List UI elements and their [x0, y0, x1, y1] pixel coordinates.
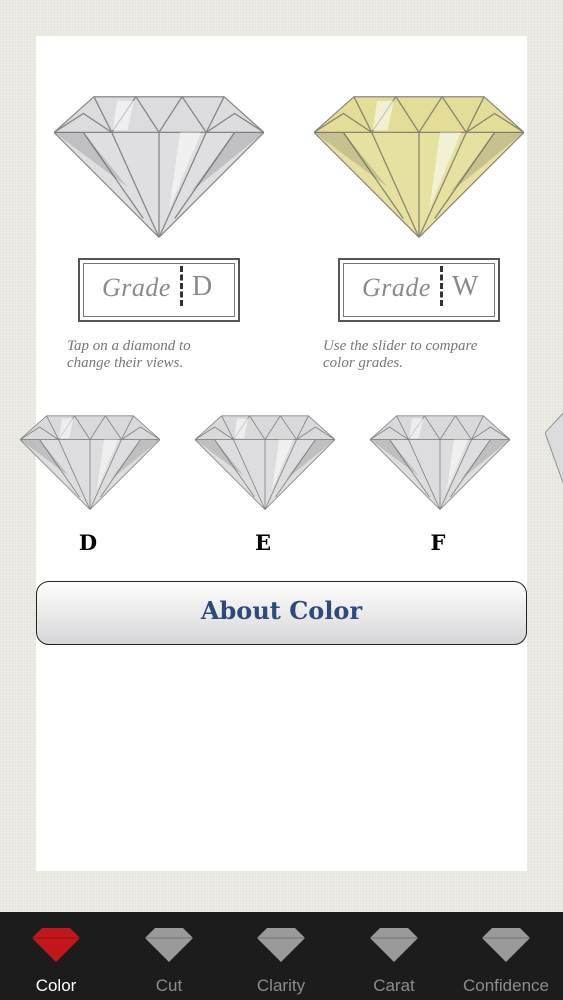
- slider-label-f: F: [430, 530, 446, 555]
- left-grade-value: D: [192, 271, 213, 302]
- diamond-icon: [257, 928, 305, 962]
- tab-carat[interactable]: Carat: [338, 912, 450, 1000]
- tab-label-confidence: Confidence: [462, 976, 549, 995]
- right-hint: Use the slider to compare color grades.: [323, 338, 478, 371]
- left-grade-divider: [180, 266, 183, 306]
- about-color-button[interactable]: About Color: [36, 581, 527, 645]
- tab-label-clarity: Clarity: [256, 976, 306, 995]
- left-grade-box: Grade D: [78, 258, 240, 322]
- right-grade-value: W: [452, 271, 479, 302]
- diamond-icon: [145, 928, 193, 962]
- slider-diamond-f[interactable]: [370, 398, 510, 526]
- right-grade-label: Grade: [362, 273, 431, 302]
- tab-color[interactable]: Color: [0, 912, 112, 1000]
- tab-clarity[interactable]: Clarity: [225, 912, 337, 1000]
- diamond-icon: [32, 928, 80, 962]
- slider-label-e: E: [254, 530, 271, 555]
- large-yellow-diamond[interactable]: [314, 76, 524, 256]
- tab-cut[interactable]: Cut: [113, 912, 225, 1000]
- diamond-icon: [482, 928, 530, 962]
- slider-diamond-d[interactable]: [20, 398, 160, 526]
- right-grade-divider: [440, 266, 443, 306]
- diamond-icon: [370, 928, 418, 962]
- tab-label-color: Color: [35, 976, 77, 995]
- slider-diamond-e[interactable]: [195, 398, 335, 526]
- tab-label-cut: Cut: [155, 976, 183, 995]
- slider-label-d: D: [78, 530, 98, 555]
- right-grade-box: Grade W: [338, 258, 500, 322]
- left-grade-label: Grade: [102, 273, 171, 302]
- left-hint: Tap on a diamond to change their views.: [67, 338, 191, 371]
- tab-confidence[interactable]: Confidence: [450, 912, 562, 1000]
- slider-diamond-partial[interactable]: [545, 398, 563, 526]
- tab-label-carat: Carat: [373, 976, 415, 995]
- large-clear-diamond[interactable]: [54, 76, 264, 256]
- tab-bar: Color Cut Clarity Carat Confidence: [0, 912, 563, 1000]
